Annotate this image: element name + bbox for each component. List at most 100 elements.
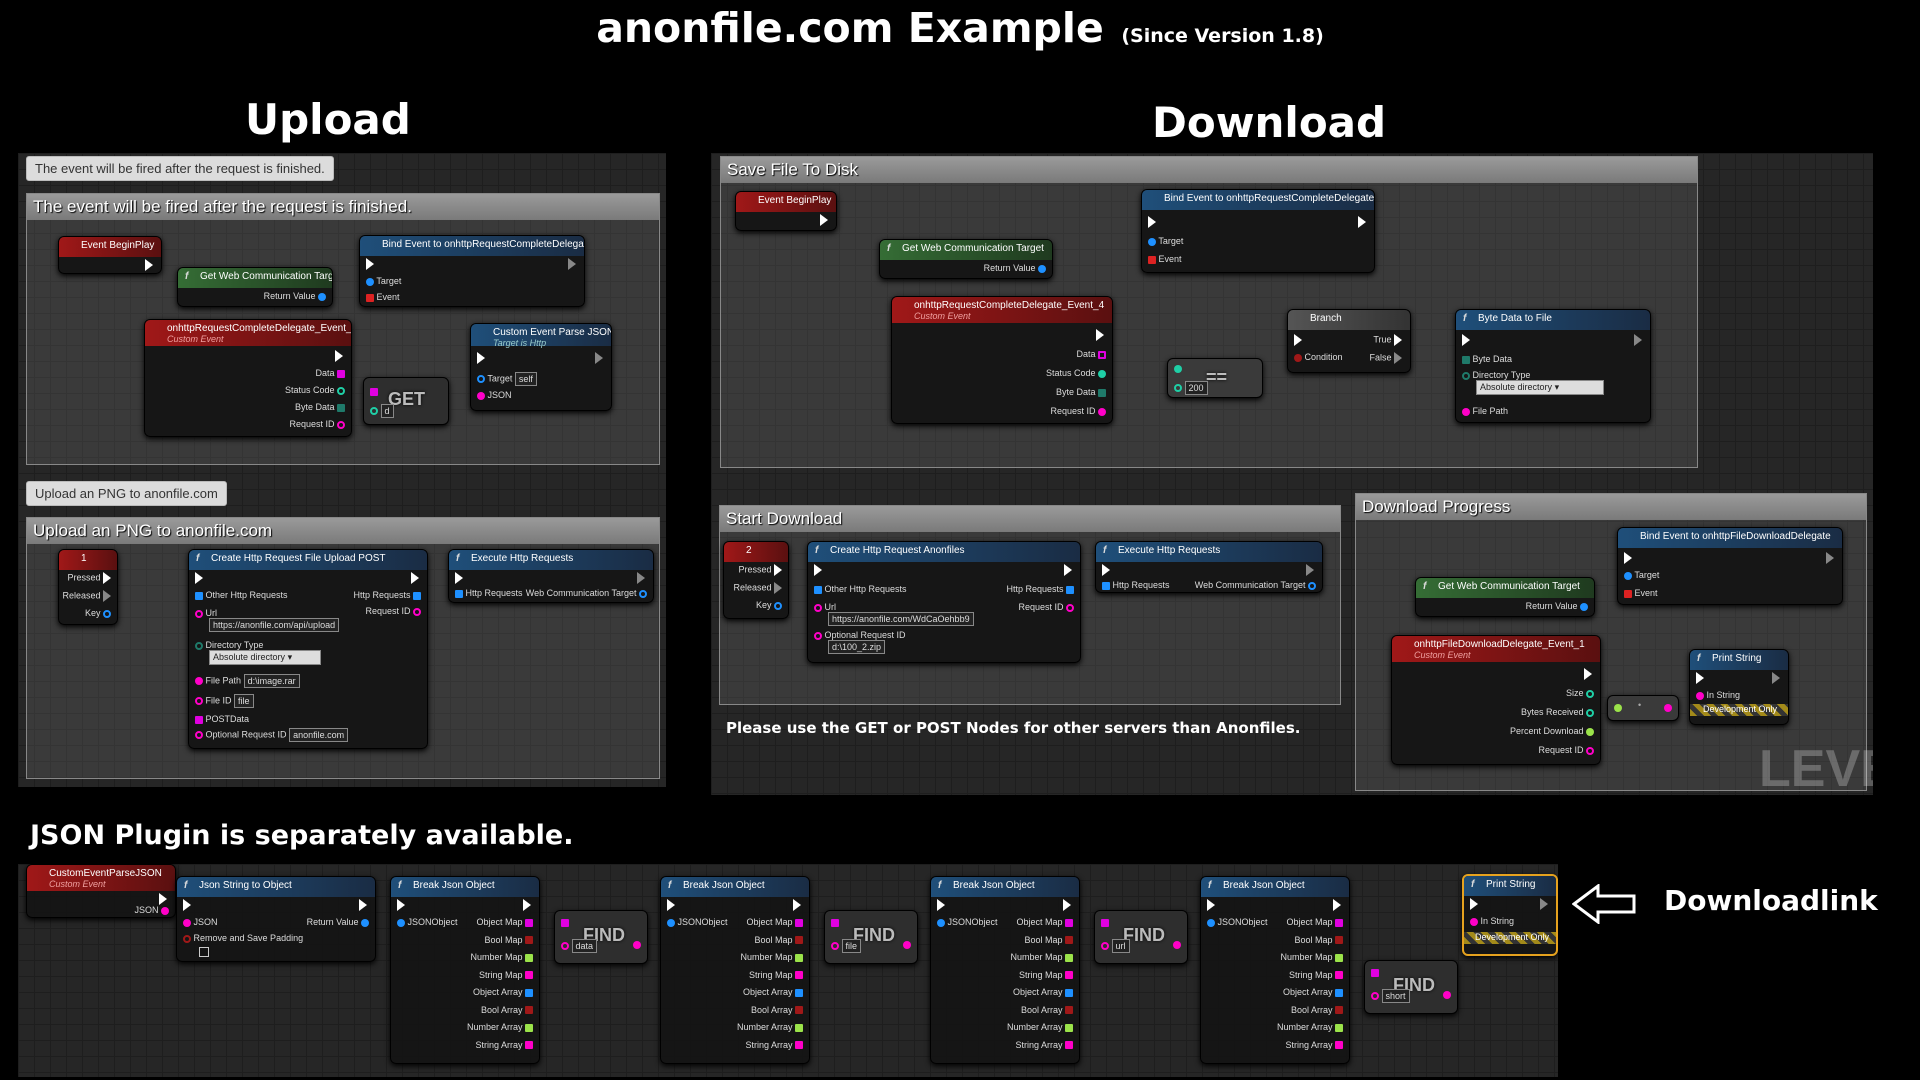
- downloadlink[interactable]: Downloadlink: [1664, 884, 1878, 917]
- json-out-pin[interactable]: JSON: [134, 905, 169, 915]
- exec-out-pin[interactable]: [335, 350, 343, 362]
- false-pin[interactable]: False: [1369, 352, 1402, 364]
- exec-in-pin[interactable]: [366, 258, 374, 270]
- in-pin[interactable]: [1614, 702, 1622, 712]
- other-requests-pin[interactable]: Other Http Requests: [195, 590, 288, 600]
- request-id-pin[interactable]: Request ID: [1050, 406, 1106, 416]
- conv-node[interactable]: •: [1607, 695, 1679, 721]
- request-id-pin[interactable]: Request ID: [1538, 745, 1594, 755]
- output-pin[interactable]: String Map: [479, 970, 533, 980]
- output-pin[interactable]: Number Map: [740, 952, 803, 962]
- get-node[interactable]: GET d: [363, 377, 449, 425]
- exec-out-pin[interactable]: [411, 572, 419, 584]
- key-in-pin[interactable]: url: [1101, 939, 1130, 953]
- output-pin[interactable]: Object Array: [473, 987, 533, 997]
- key-field[interactable]: short: [1381, 989, 1410, 1003]
- json-object-pin[interactable]: JSONObject: [937, 917, 998, 927]
- exec-in-pin[interactable]: [1470, 898, 1478, 910]
- find-node[interactable]: FIND file: [824, 910, 918, 964]
- output-pin[interactable]: String Map: [749, 970, 803, 980]
- exec-in-pin[interactable]: [1624, 552, 1632, 564]
- return-value-pin[interactable]: Return Value: [984, 263, 1046, 273]
- in-string-pin[interactable]: In String: [1696, 690, 1740, 700]
- file-path-pin[interactable]: File Path: [1462, 406, 1508, 416]
- print-string-node[interactable]: f Print String In String Development Only: [1689, 649, 1789, 725]
- value-out-pin[interactable]: [1443, 989, 1451, 999]
- json-graph[interactable]: CustomEventParseJSON Custom Event JSON fJ…: [18, 864, 1558, 1077]
- opt-id-field[interactable]: anonfile.com: [289, 728, 349, 742]
- break-json-object-node[interactable]: f Break Json Object JSONObject Object Map …: [930, 876, 1080, 1064]
- url-pin[interactable]: Url https://anonfile.com/api/upload: [195, 608, 340, 632]
- key-in-pin[interactable]: file: [831, 939, 862, 953]
- event-pin[interactable]: Event: [1148, 254, 1182, 264]
- output-pin[interactable]: Bool Array: [751, 1005, 803, 1015]
- percent-pin[interactable]: Percent Download: [1510, 726, 1594, 736]
- web-target-pin[interactable]: Web Communication Target: [1195, 580, 1316, 590]
- get-web-target-node-2[interactable]: f Get Web Communication Target Return Val…: [1415, 577, 1595, 617]
- json-object-pin[interactable]: JSONObject: [397, 917, 458, 927]
- pressed-pin[interactable]: Pressed: [67, 572, 111, 584]
- json-print-string-node[interactable]: f Print String In String Development Only: [1462, 874, 1558, 956]
- exec-out-pin[interactable]: [523, 899, 531, 911]
- exec-in-pin[interactable]: [1696, 672, 1704, 684]
- exec-out-pin[interactable]: [1540, 898, 1548, 910]
- exec-out-pin[interactable]: [1096, 329, 1104, 341]
- value-out-pin[interactable]: [633, 939, 641, 949]
- output-pin[interactable]: String Array: [1285, 1040, 1343, 1050]
- self-field[interactable]: self: [514, 372, 537, 386]
- exec-out-pin[interactable]: [568, 258, 576, 270]
- delegate-event-node[interactable]: onhttpRequestCompleteDelegate_Event_4 Cus…: [891, 296, 1113, 424]
- file-path-pin[interactable]: File Path d:\image.rar: [195, 674, 300, 688]
- execute-download-node[interactable]: f Execute Http Requests Http Requests Web…: [1095, 541, 1323, 593]
- create-upload-node[interactable]: f Create Http Request File Upload POST Ot…: [188, 549, 428, 749]
- map-in-pin[interactable]: [1101, 917, 1109, 927]
- output-pin[interactable]: Object Map: [746, 917, 803, 927]
- exec-out-pin[interactable]: [1063, 899, 1071, 911]
- exec-in-pin[interactable]: [397, 899, 405, 911]
- json-object-pin[interactable]: JSONObject: [667, 917, 728, 927]
- key-in-pin[interactable]: d: [370, 404, 394, 418]
- size-pin[interactable]: Size: [1566, 688, 1594, 698]
- exec-in-pin[interactable]: [1207, 899, 1215, 911]
- key-pin[interactable]: Key: [756, 600, 782, 610]
- map-in-pin[interactable]: [561, 917, 569, 927]
- url-field[interactable]: https://anonfile.com/api/upload: [209, 618, 340, 632]
- event-beginplay-node[interactable]: Event BeginPlay: [735, 191, 837, 231]
- dir-select[interactable]: Absolute directory ▾: [1476, 380, 1604, 395]
- json-object-pin[interactable]: JSONObject: [1207, 917, 1268, 927]
- return-value-pin[interactable]: Return Value: [264, 291, 326, 301]
- output-pin[interactable]: Number Map: [1280, 952, 1343, 962]
- in-string-pin[interactable]: In String: [1470, 916, 1514, 926]
- output-pin[interactable]: Bool Map: [484, 935, 533, 945]
- http-requests-in-pin[interactable]: Http Requests: [455, 588, 523, 598]
- exec-in-pin[interactable]: [667, 899, 675, 911]
- exec-in-pin[interactable]: [1148, 216, 1156, 228]
- output-pin[interactable]: Bool Array: [1021, 1005, 1073, 1015]
- bind-download-event-node[interactable]: Bind Event to onhttpFileDownloadDelegate…: [1617, 527, 1843, 605]
- break-json-object-node[interactable]: f Break Json Object JSONObject Object Map …: [1200, 876, 1350, 1064]
- event-pin[interactable]: Event: [366, 292, 400, 302]
- bytes-received-pin[interactable]: Bytes Received: [1521, 707, 1594, 717]
- json-string-to-object-node[interactable]: f Json String to Object JSON Return Value…: [176, 876, 376, 962]
- byte-data-pin[interactable]: Byte Data: [295, 402, 345, 412]
- dir-type-pin[interactable]: Directory Type Absolute directory ▾: [1462, 370, 1604, 395]
- http-requests-in-pin[interactable]: Http Requests: [1102, 580, 1170, 590]
- remove-padding-checkbox[interactable]: [199, 947, 209, 957]
- value-field[interactable]: 200: [1184, 381, 1208, 395]
- file-path-field[interactable]: d:\image.rar: [243, 674, 300, 688]
- data-pin[interactable]: Data: [1076, 349, 1106, 359]
- http-requests-pin[interactable]: Http Requests: [353, 590, 421, 600]
- find-node[interactable]: FIND url: [1094, 910, 1188, 964]
- exec-in-pin[interactable]: [814, 564, 822, 576]
- key-field[interactable]: d: [380, 404, 394, 418]
- return-value-pin[interactable]: Return Value: [307, 917, 369, 927]
- exec-out-pin[interactable]: [159, 893, 167, 905]
- bind-event-node[interactable]: Bind Event to onhttpRequestCompleteDeleg…: [359, 235, 585, 307]
- output-pin[interactable]: Number Map: [1010, 952, 1073, 962]
- web-target-pin[interactable]: Web Communication Target: [526, 588, 647, 598]
- target-pin[interactable]: Target: [1624, 570, 1659, 580]
- released-pin[interactable]: Released: [733, 582, 782, 594]
- exec-out-pin[interactable]: [1772, 672, 1780, 684]
- find-node[interactable]: FIND short: [1364, 960, 1458, 1014]
- get-web-target-node[interactable]: f Get Web Communication Target Return Val…: [177, 267, 333, 307]
